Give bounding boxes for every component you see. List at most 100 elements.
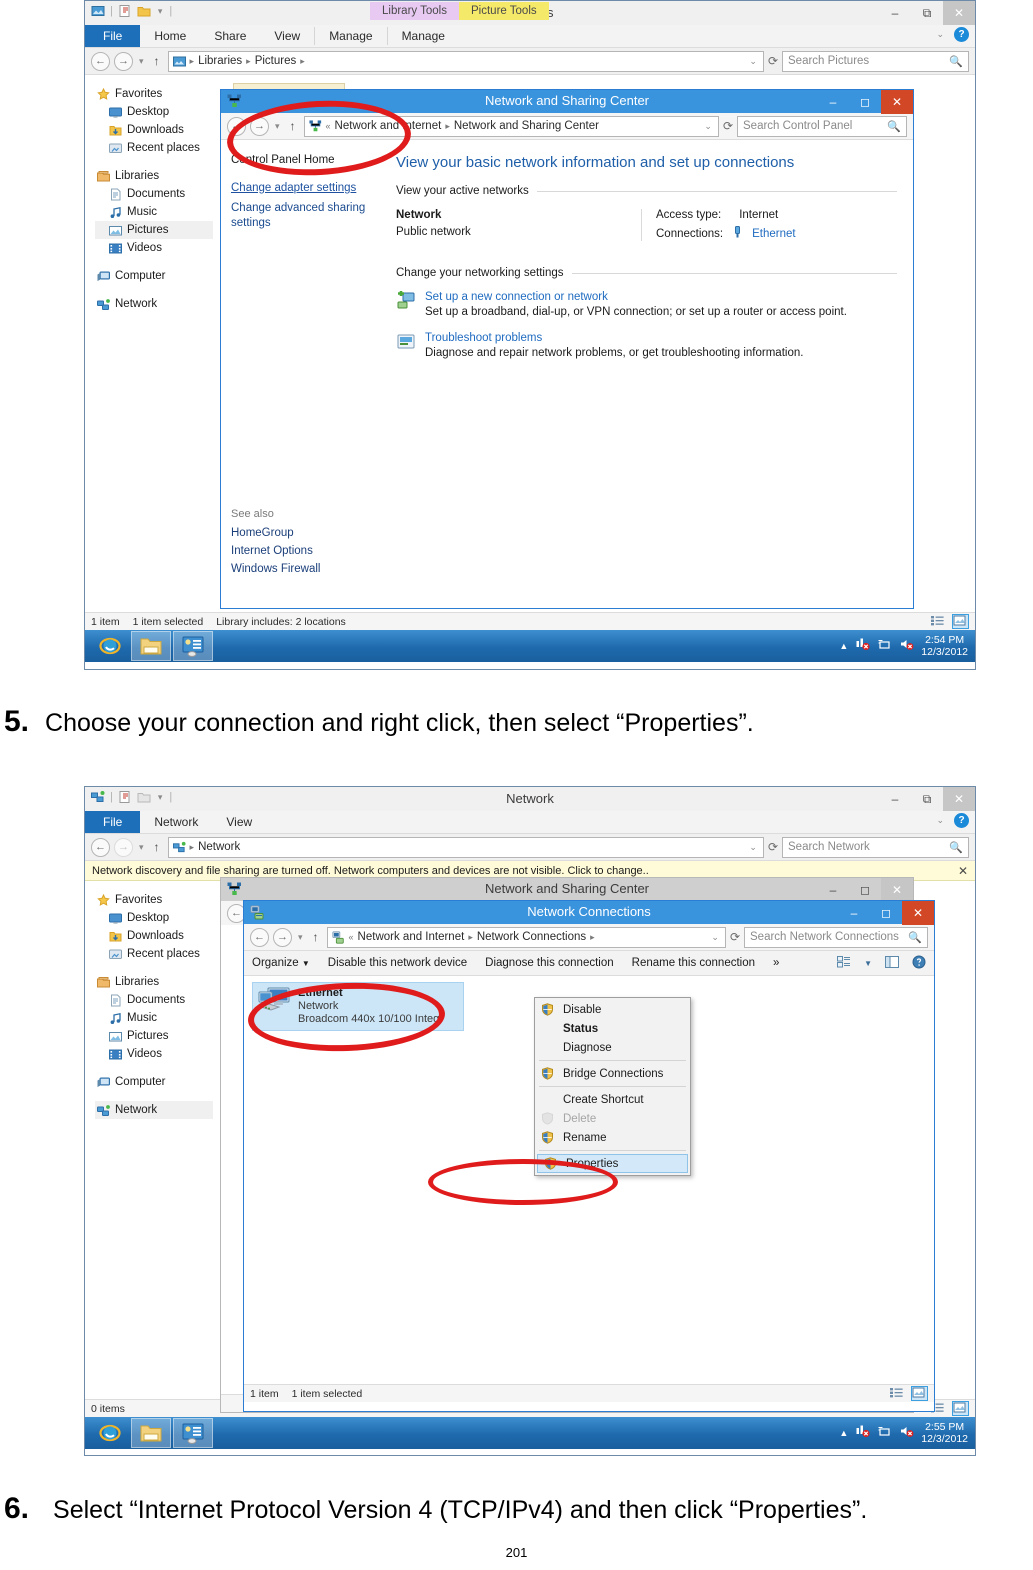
network-error-icon[interactable] xyxy=(855,1424,870,1443)
pictures-window-buttons[interactable]: – ⧉ ✕ xyxy=(879,1,975,25)
nsc-forward-button[interactable]: → xyxy=(250,116,269,136)
show-hidden-icons-icon[interactable]: ▲ xyxy=(839,1428,848,1438)
breadcrumb-network-connections[interactable]: Network Connections xyxy=(477,931,586,943)
nsc-recent-chevron-icon[interactable]: ▾ xyxy=(273,121,282,132)
context-menu-item-rename[interactable]: Rename xyxy=(535,1128,690,1147)
minimize-button[interactable]: – xyxy=(879,1,911,25)
back-button[interactable]: ← xyxy=(91,51,110,71)
sidebar-item-network[interactable]: Network xyxy=(95,295,213,313)
context-menu-item-disable[interactable]: Disable xyxy=(535,1000,690,1019)
refresh-icon[interactable]: ⟳ xyxy=(768,54,778,68)
sidebar-item-recent-places[interactable]: Recent places xyxy=(95,139,213,157)
sidebar-item-libraries[interactable]: Libraries xyxy=(95,167,213,185)
ethernet-context-menu[interactable]: Disable Status Diagnose Bridge Connections C… xyxy=(534,997,691,1176)
details-view-button[interactable] xyxy=(889,1386,906,1401)
sidebar-item-recent-places[interactable]: Recent places xyxy=(95,945,213,963)
nc-window-buttons[interactable]: – ◻ ✕ xyxy=(838,901,934,925)
breadcrumb-network[interactable]: Network xyxy=(198,841,240,853)
change-advanced-sharing-settings-link[interactable]: Change advanced sharing settings xyxy=(231,201,371,231)
see-also-windows-firewall-link[interactable]: Windows Firewall xyxy=(231,563,320,575)
nc-up-button[interactable]: ↑ xyxy=(309,930,323,944)
recent-locations-chevron-icon[interactable]: ▾ xyxy=(137,842,146,853)
context-menu-item-create-shortcut[interactable]: Create Shortcut xyxy=(535,1090,690,1109)
nsc2-maximize-button[interactable]: ◻ xyxy=(849,878,881,902)
address-dropdown-icon[interactable]: ⌄ xyxy=(747,56,759,67)
show-hidden-icons-icon[interactable]: ▲ xyxy=(839,641,848,651)
context-menu-item-properties[interactable]: Properties xyxy=(537,1154,688,1173)
restore-button[interactable]: ⧉ xyxy=(911,1,943,25)
volume-muted-icon[interactable] xyxy=(899,1424,914,1443)
control-panel-home-link[interactable]: Control Panel Home xyxy=(231,154,396,166)
sidebar-item-favorites[interactable]: Favorites xyxy=(95,85,213,103)
connections-value-link[interactable]: Ethernet xyxy=(752,228,795,240)
large-icons-view-button[interactable] xyxy=(952,614,969,629)
notification-close-icon[interactable]: ✕ xyxy=(958,864,968,878)
context-menu-item-diagnose[interactable]: Diagnose xyxy=(535,1038,690,1057)
internet-explorer-icon[interactable] xyxy=(91,632,129,660)
search-input[interactable]: Search Network 🔍 xyxy=(782,836,969,858)
connection-item-ethernet[interactable]: Ethernet Network Broadcom 440x 10/100 In… xyxy=(252,982,464,1031)
restore-button[interactable]: ⧉ xyxy=(911,787,943,811)
tab-view[interactable]: View xyxy=(212,811,266,833)
sidebar-item-pictures[interactable]: Pictures xyxy=(95,221,213,239)
tab-manage-picture[interactable]: Manage xyxy=(388,25,459,47)
address-bar[interactable]: ▸ Network ⌄ xyxy=(167,836,764,858)
nc-forward-button[interactable]: → xyxy=(273,927,292,947)
file-explorer-icon[interactable] xyxy=(131,631,171,661)
change-adapter-settings-link[interactable]: Change adapter settings xyxy=(231,182,396,194)
sidebar-item-documents[interactable]: Documents xyxy=(95,185,213,203)
sidebar-item-desktop[interactable]: Desktop xyxy=(95,103,213,121)
context-menu-item-status[interactable]: Status xyxy=(535,1019,690,1038)
sidebar-item-music[interactable]: Music xyxy=(95,203,213,221)
up-button[interactable]: ↑ xyxy=(150,840,164,854)
tab-file[interactable]: File xyxy=(85,25,141,47)
sidebar-item-pictures[interactable]: Pictures xyxy=(95,1027,213,1045)
organize-button[interactable]: Organize ▼ xyxy=(252,957,310,969)
up-button[interactable]: ↑ xyxy=(150,54,164,68)
nsc-address-bar[interactable]: « Network and Internet ▸ Network and Sha… xyxy=(303,115,719,137)
tab-share[interactable]: Share xyxy=(200,25,260,47)
close-button[interactable]: ✕ xyxy=(943,787,975,811)
tab-manage-library[interactable]: Manage xyxy=(315,25,386,47)
close-button[interactable]: ✕ xyxy=(943,1,975,25)
sidebar-item-network[interactable]: Network xyxy=(95,1101,213,1119)
nsc2-close-button[interactable]: ✕ xyxy=(881,878,913,902)
system-tray-2[interactable]: ▲ 2:55 PM 12/3/2012 xyxy=(839,1421,975,1445)
task-troubleshoot-problems[interactable]: Troubleshoot problems Diagnose and repai… xyxy=(396,332,897,359)
task-setup-new-connection[interactable]: Set up a new connection or network Set u… xyxy=(396,291,897,318)
contextual-tab-library-tools[interactable]: Library Tools xyxy=(370,2,459,20)
nc-address-bar[interactable]: « Network and Internet ▸ Network Connect… xyxy=(326,926,726,948)
more-commands-button[interactable]: » xyxy=(773,957,779,969)
address-bar[interactable]: ▸ Libraries ▸ Pictures ▸ ⌄ xyxy=(167,50,764,72)
nsc2-window-buttons[interactable]: – ◻ ✕ xyxy=(817,878,913,902)
nc-refresh-icon[interactable]: ⟳ xyxy=(730,930,740,944)
sidebar-item-videos[interactable]: Videos xyxy=(95,1045,213,1063)
nsc-up-button[interactable]: ↑ xyxy=(286,119,300,133)
tab-file[interactable]: File xyxy=(85,811,141,833)
diagnose-connection-button[interactable]: Diagnose this connection xyxy=(485,957,614,969)
view-chevron-down-icon[interactable]: ▼ xyxy=(864,959,872,968)
network-error-icon[interactable] xyxy=(855,637,870,656)
nc-close-button[interactable]: ✕ xyxy=(902,901,934,925)
clock-1[interactable]: 2:54 PM 12/3/2012 xyxy=(921,634,968,658)
breadcrumb-network-and-internet[interactable]: Network and Internet xyxy=(358,931,465,943)
breadcrumb-network-and-sharing-center[interactable]: Network and Sharing Center xyxy=(454,120,599,132)
control-panel-icon[interactable] xyxy=(173,1418,213,1448)
refresh-icon[interactable]: ⟳ xyxy=(768,840,778,854)
help-icon[interactable]: ? xyxy=(954,813,969,828)
nsc-refresh-icon[interactable]: ⟳ xyxy=(723,119,733,133)
preview-pane-icon[interactable] xyxy=(885,955,899,971)
taskbar-2[interactable]: ▲ 2:55 PM 12/3/2012 xyxy=(85,1417,975,1449)
nsc-back-button[interactable]: ← xyxy=(227,116,246,136)
details-view-button[interactable] xyxy=(930,614,947,629)
rename-connection-button[interactable]: Rename this connection xyxy=(632,957,755,969)
nc-recent-chevron-icon[interactable]: ▾ xyxy=(296,932,305,943)
see-also-internet-options-link[interactable]: Internet Options xyxy=(231,545,320,557)
tab-network[interactable]: Network xyxy=(140,811,212,833)
nc-minimize-button[interactable]: – xyxy=(838,901,870,925)
taskbar-1[interactable]: ▲ 2:54 PM 12/3/2012 xyxy=(85,630,975,662)
large-icons-view-button[interactable] xyxy=(952,1401,969,1416)
nc-maximize-button[interactable]: ◻ xyxy=(870,901,902,925)
change-view-icon[interactable] xyxy=(837,955,851,971)
sidebar-item-favorites[interactable]: Favorites xyxy=(95,891,213,909)
